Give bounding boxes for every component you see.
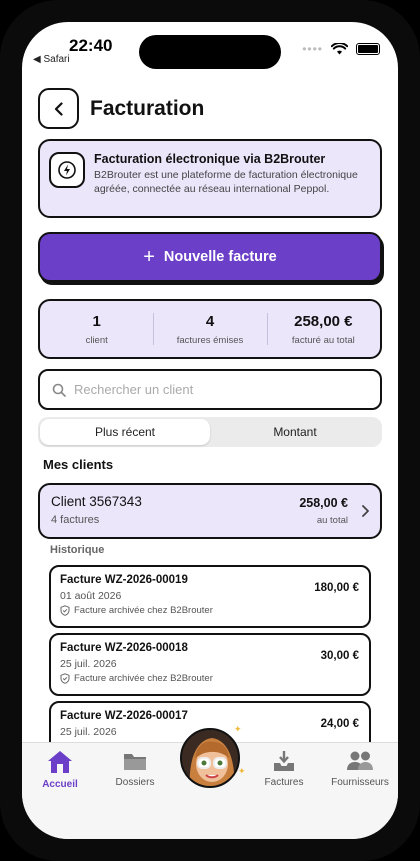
tab-fournisseurs[interactable]: Fournisseurs	[324, 749, 396, 788]
info-title: Facturation électronique via B2Brouter	[94, 152, 326, 166]
tab-dossiers[interactable]: Dossiers	[99, 749, 171, 788]
dynamic-island	[139, 35, 281, 69]
sort-amount-option[interactable]: Montant	[210, 419, 380, 445]
wifi-icon	[331, 43, 348, 55]
tab-accueil[interactable]: Accueil	[24, 749, 96, 790]
sort-recent-option[interactable]: Plus récent	[40, 419, 210, 445]
lightning-icon	[49, 152, 85, 188]
client-amount: 258,00 €	[299, 496, 348, 510]
back-button[interactable]	[38, 88, 79, 129]
phone-frame: 22:40 ◀ Safari •••• Facturation Facturat…	[0, 0, 420, 861]
stat-label: facturé au total	[291, 334, 355, 346]
client-row[interactable]: Client 3567343 4 factures 258,00 € au to…	[38, 483, 382, 539]
stat-label: factures émises	[176, 334, 244, 346]
stat-label: client	[85, 334, 108, 346]
info-description: B2Brouter est une plateforme de facturat…	[94, 169, 358, 195]
screen: 22:40 ◀ Safari •••• Facturation Facturat…	[22, 22, 398, 839]
invoice-row[interactable]: Facture WZ-2026-00019 01 août 2026 Factu…	[49, 565, 371, 628]
users-icon	[347, 751, 373, 770]
invoice-number: Facture WZ-2026-00018	[60, 642, 188, 654]
invoice-date: 01 août 2026	[60, 590, 122, 602]
invoice-status-label: Facture archivée chez B2Brouter	[74, 673, 213, 684]
new-invoice-button[interactable]: + Nouvelle facture	[38, 232, 382, 282]
stat-total: 258,00 € facturé au total	[266, 301, 380, 357]
sparkle-icon: ✦	[234, 724, 242, 734]
status-time: 22:40	[69, 36, 113, 55]
shield-check-icon	[60, 605, 70, 616]
shield-check-icon	[60, 673, 70, 684]
chevron-left-icon	[54, 101, 63, 116]
invoice-number: Facture WZ-2026-00017	[60, 710, 188, 722]
invoice-amount: 24,00 €	[320, 718, 359, 730]
plus-icon: +	[143, 246, 155, 268]
stat-value: 1	[92, 312, 101, 330]
stat-clients: 1 client	[40, 301, 153, 357]
home-icon	[48, 751, 72, 773]
search-placeholder: Rechercher un client	[74, 382, 194, 397]
chevron-right-icon	[362, 505, 369, 517]
folder-icon	[124, 754, 146, 770]
page-title: Facturation	[90, 96, 205, 120]
stats-card: 1 client 4 factures émises 258,00 € fact…	[38, 299, 382, 359]
stat-value: 258,00 €	[294, 312, 353, 330]
invoice-row[interactable]: Facture WZ-2026-00018 25 juil. 2026 Fact…	[49, 633, 371, 696]
invoice-amount: 180,00 €	[314, 582, 359, 594]
search-input[interactable]: Rechercher un client	[38, 369, 382, 410]
back-to-safari-link[interactable]: ◀ Safari	[33, 54, 70, 65]
status-icons: ••••	[302, 42, 380, 56]
sort-segmented-control: Plus récent Montant	[38, 417, 382, 447]
battery-icon	[356, 43, 380, 55]
header: Facturation	[38, 88, 204, 129]
tab-label: Factures	[264, 777, 304, 788]
invoice-status: Facture archivée chez B2Brouter	[60, 605, 213, 616]
inbox-download-icon	[274, 751, 294, 771]
stat-invoices: 4 factures émises	[153, 301, 266, 357]
client-amount-label: au total	[316, 515, 348, 526]
tab-label: Accueil	[42, 779, 78, 790]
clients-section-title: Mes clients	[43, 457, 114, 472]
invoice-status-label: Facture archivée chez B2Brouter	[74, 605, 213, 616]
client-invoice-count: 4 factures	[51, 514, 100, 526]
invoice-status: Facture archivée chez B2Brouter	[60, 673, 213, 684]
search-icon	[52, 383, 66, 397]
invoice-date: 25 juil. 2026	[60, 658, 117, 670]
new-invoice-label: Nouvelle facture	[163, 249, 277, 265]
tab-factures[interactable]: Factures	[248, 749, 320, 788]
invoice-date: 25 juil. 2026	[60, 726, 117, 738]
client-name: Client 3567343	[51, 494, 142, 509]
avatar[interactable]	[180, 728, 240, 788]
invoice-number: Facture WZ-2026-00019	[60, 574, 188, 586]
einvoicing-info-card: Facturation électronique via B2Brouter B…	[38, 139, 382, 218]
tab-label: Fournisseurs	[331, 777, 389, 788]
tab-label: Dossiers	[115, 777, 155, 788]
signal-icon: ••••	[302, 42, 323, 56]
history-title: Historique	[50, 544, 105, 556]
invoice-amount: 30,00 €	[320, 650, 359, 662]
stat-value: 4	[205, 312, 215, 330]
sparkle-icon: ✦	[238, 766, 246, 776]
